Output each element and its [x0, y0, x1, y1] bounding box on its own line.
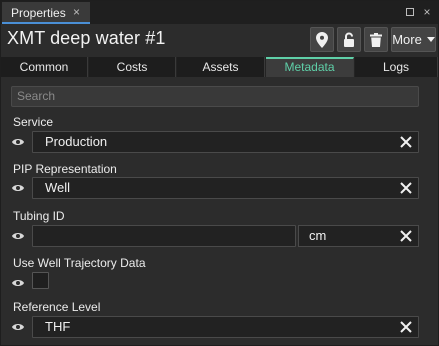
delete-button[interactable] — [364, 27, 388, 52]
maximize-button[interactable] — [403, 5, 417, 19]
chevron-down-icon — [426, 37, 435, 42]
lock-button[interactable] — [337, 27, 361, 52]
pip-representation-label: PIP Representation — [13, 162, 117, 176]
close-icon[interactable]: × — [73, 5, 80, 19]
reference-level-field[interactable]: THF — [32, 316, 419, 338]
maximize-icon — [406, 8, 414, 16]
eye-icon[interactable] — [12, 231, 24, 241]
tubing-id-label: Tubing ID — [13, 209, 65, 223]
more-button[interactable]: More — [391, 27, 436, 52]
trash-icon — [370, 32, 382, 47]
location-pin-icon — [316, 31, 328, 48]
more-button-label: More — [392, 32, 422, 47]
tab-assets[interactable]: Assets — [177, 57, 265, 77]
unlock-icon — [344, 32, 354, 47]
service-field[interactable]: Production — [32, 131, 419, 153]
use-well-trajectory-label: Use Well Trajectory Data — [13, 256, 146, 270]
tab-common[interactable]: Common — [1, 57, 88, 77]
tubing-id-field[interactable] — [32, 225, 296, 247]
tab-bar: Common Costs Assets Metadata Logs — [1, 57, 438, 77]
eye-icon[interactable] — [12, 278, 24, 288]
tab-costs[interactable]: Costs — [89, 57, 176, 77]
location-button[interactable] — [310, 27, 334, 52]
close-icon[interactable] — [399, 320, 413, 334]
close-window-button[interactable]: × — [420, 5, 434, 19]
tab-logs[interactable]: Logs — [355, 57, 438, 77]
service-label: Service — [13, 115, 54, 129]
pip-representation-field[interactable]: Well — [32, 177, 419, 199]
search-input[interactable]: Search — [11, 86, 419, 107]
close-icon[interactable] — [399, 135, 413, 149]
properties-window-tab[interactable]: Properties × — [2, 2, 90, 24]
tab-metadata[interactable]: Metadata — [266, 57, 354, 77]
eye-icon[interactable] — [12, 137, 24, 147]
use-well-trajectory-checkbox[interactable] — [32, 272, 49, 289]
reference-level-label: Reference Level — [13, 300, 101, 314]
close-icon[interactable] — [399, 181, 413, 195]
eye-icon[interactable] — [12, 183, 24, 193]
close-icon[interactable] — [399, 229, 413, 243]
page-title: XMT deep water #1 — [7, 28, 166, 48]
close-icon: × — [423, 5, 431, 19]
window-tab-label: Properties — [11, 6, 66, 20]
eye-icon[interactable] — [12, 322, 24, 332]
window-tab-strip: Properties × × — [1, 1, 438, 24]
properties-panel: Properties × × XMT deep water #1 More Co… — [0, 0, 439, 346]
